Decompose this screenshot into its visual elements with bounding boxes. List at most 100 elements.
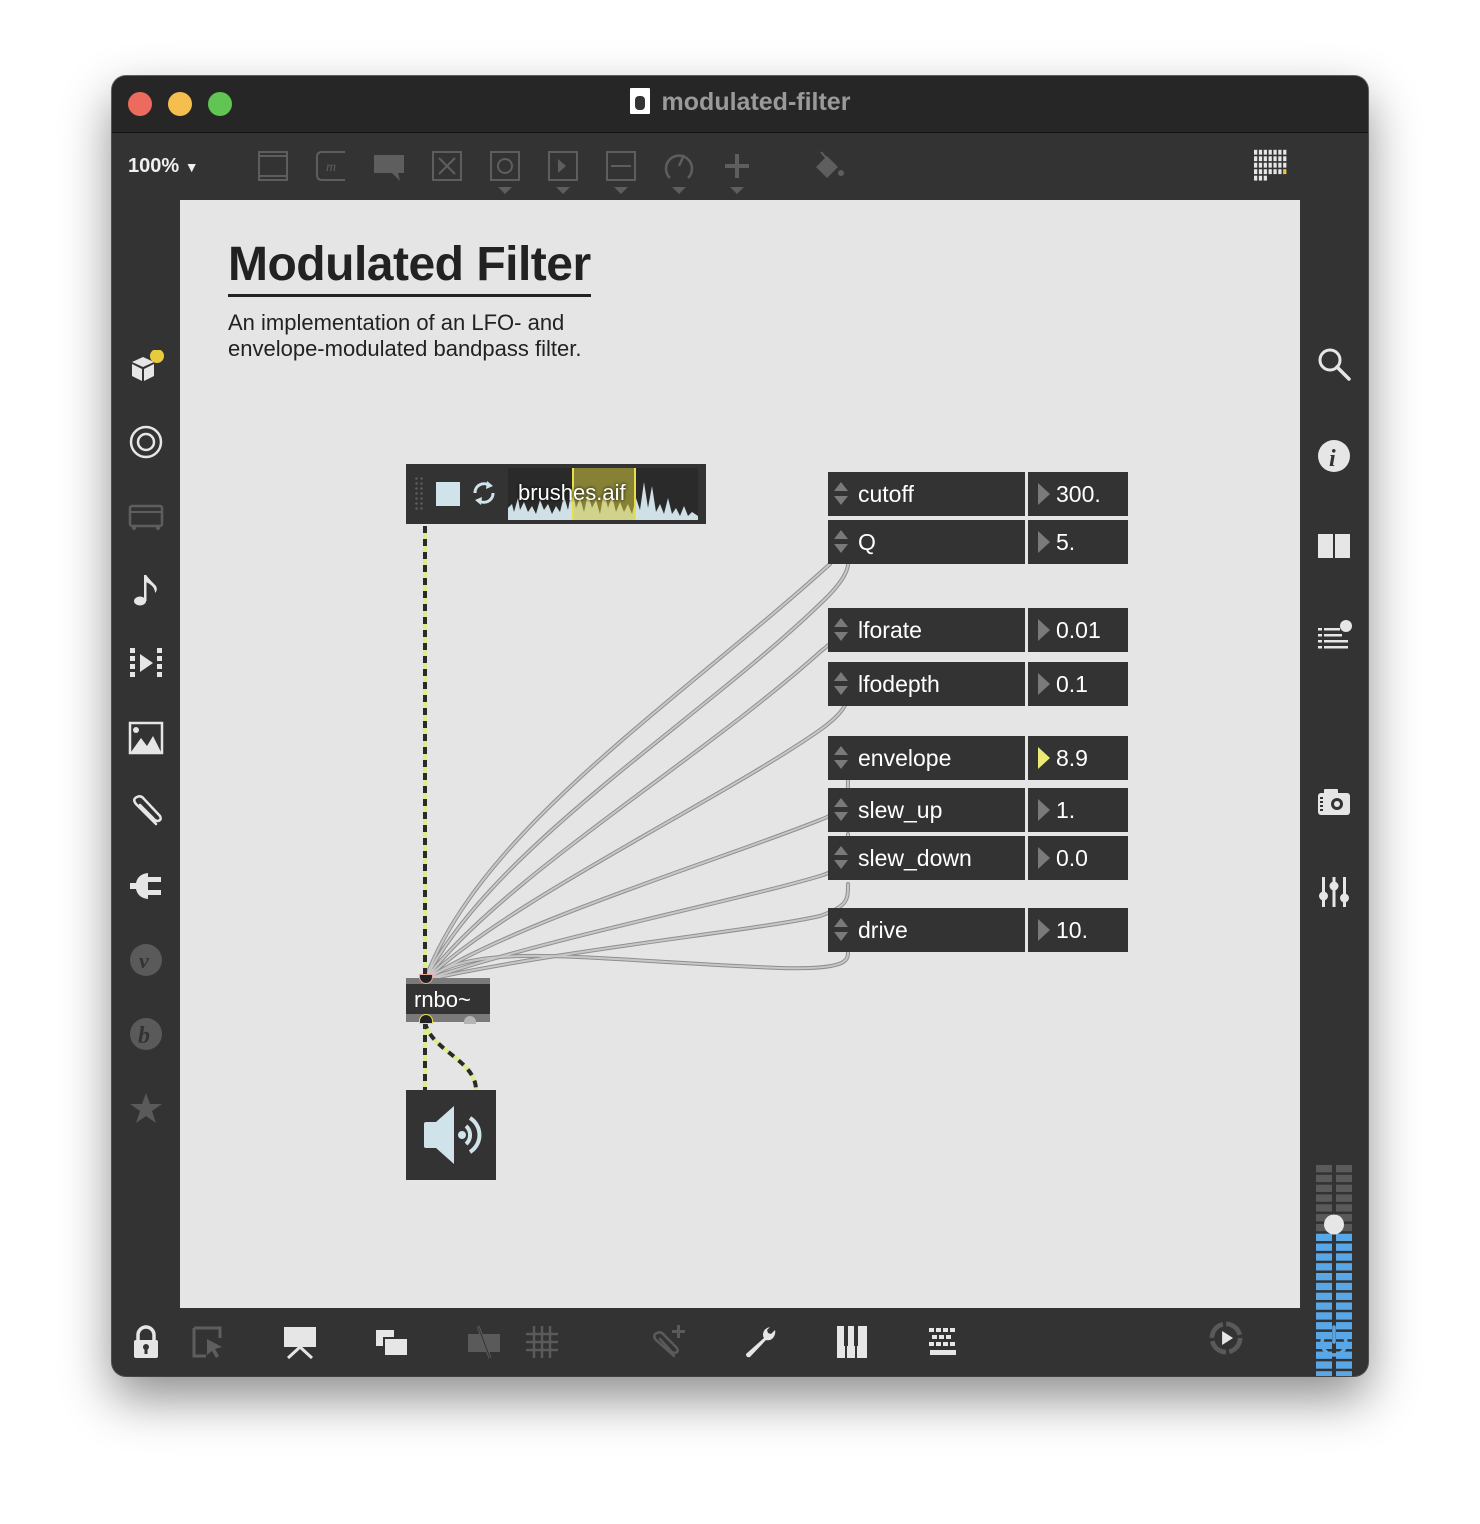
number-icon[interactable] <box>546 149 580 183</box>
param-name-label: envelope <box>858 745 952 771</box>
param-name-box[interactable]: slew_down <box>828 836 1025 880</box>
mixer-icon[interactable] <box>1316 874 1352 910</box>
zoom-level-menu[interactable]: 100% ▼ <box>128 155 199 178</box>
svg-text:i: i <box>1329 446 1336 472</box>
right-sidebar: i <box>1300 200 1368 1376</box>
grid-icon[interactable] <box>524 1324 560 1360</box>
rnbo-outlet-left[interactable] <box>419 1014 433 1024</box>
up-down-arrows-icon[interactable] <box>834 480 848 508</box>
message-icon[interactable]: m <box>314 149 348 183</box>
select-icon[interactable] <box>190 1324 226 1360</box>
dac-object[interactable] <box>406 1090 496 1180</box>
param-number-box[interactable]: 10. <box>1028 908 1128 952</box>
param-name-box[interactable]: Q <box>828 520 1025 564</box>
snapshot-icon[interactable] <box>1316 784 1352 820</box>
video-icon[interactable] <box>128 646 164 682</box>
audio-power-icon[interactable] <box>1316 1324 1352 1360</box>
star-icon[interactable] <box>128 1090 164 1126</box>
up-down-arrows-icon[interactable] <box>834 670 848 698</box>
image-icon[interactable] <box>128 720 164 756</box>
loop-icon[interactable] <box>470 478 498 508</box>
param-number-box[interactable]: 5. <box>1028 520 1128 564</box>
patcher-heading: Modulated Filter <box>228 238 591 297</box>
slider-menu-caret-icon[interactable] <box>614 187 628 194</box>
gain-slider-knob <box>1324 1214 1344 1235</box>
param-value: 0.01 <box>1056 617 1101 643</box>
v-icon[interactable]: v <box>128 942 164 978</box>
add-object-icon[interactable] <box>720 149 754 183</box>
paint-bucket-icon[interactable] <box>812 149 846 183</box>
drag-handle[interactable] <box>414 476 424 510</box>
param-cutoff: cutoff 300. <box>828 472 1128 516</box>
search-icon[interactable] <box>1316 346 1352 382</box>
up-down-arrows-icon[interactable] <box>834 796 848 824</box>
plug-icon[interactable] <box>128 868 164 904</box>
up-down-arrows-icon[interactable] <box>834 844 848 872</box>
cord-slewdown <box>423 882 850 982</box>
keyboard-icon[interactable] <box>926 1324 962 1360</box>
param-name-box[interactable]: lfodepth <box>828 662 1025 706</box>
hide-cables-icon[interactable] <box>466 1324 502 1360</box>
button-menu-caret-icon[interactable] <box>498 187 512 194</box>
button-icon[interactable] <box>488 149 522 183</box>
wrench-icon[interactable] <box>742 1324 778 1360</box>
number-triangle-icon <box>1038 619 1050 641</box>
left-sidebar: v b <box>112 200 180 1308</box>
music-note-icon[interactable] <box>128 572 164 608</box>
stop-button[interactable] <box>436 482 460 506</box>
meter-segment <box>1336 1194 1352 1202</box>
info-icon[interactable]: i <box>1316 438 1352 474</box>
packages-icon[interactable] <box>128 349 164 386</box>
patcher-canvas[interactable]: Modulated Filter An implementation of an… <box>180 200 1300 1308</box>
b-icon[interactable]: b <box>128 1016 164 1052</box>
param-number-box[interactable]: 0.0 <box>1028 836 1128 880</box>
playlist-player[interactable]: brushes.aif <box>406 464 706 524</box>
param-envelope: envelope 8.9 <box>828 736 1128 780</box>
param-value: 5. <box>1056 529 1076 555</box>
param-name-box[interactable]: cutoff <box>828 472 1025 516</box>
param-name-label: lforate <box>858 617 922 643</box>
target-icon[interactable] <box>128 424 164 460</box>
up-down-arrows-icon[interactable] <box>834 744 848 772</box>
grid-palette-icon[interactable] <box>1254 149 1296 189</box>
paperclip-icon[interactable] <box>128 794 164 830</box>
param-name-box[interactable]: lforate <box>828 608 1025 652</box>
lock-icon[interactable] <box>128 1324 164 1360</box>
param-number-box[interactable]: 0.1 <box>1028 662 1128 706</box>
toggle-icon[interactable] <box>430 149 464 183</box>
slider-icon[interactable] <box>604 149 638 183</box>
meter-segment <box>1316 1233 1332 1242</box>
transport-icon[interactable] <box>1208 1320 1254 1366</box>
param-name-box[interactable]: drive <box>828 908 1025 952</box>
number-triangle-icon <box>1038 747 1050 769</box>
waveform-display[interactable]: brushes.aif <box>508 468 698 520</box>
param-value: 1. <box>1056 797 1076 823</box>
param-number-box[interactable]: 8.9 <box>1028 736 1128 780</box>
number-menu-caret-icon[interactable] <box>556 187 570 194</box>
console-icon[interactable] <box>1316 620 1352 656</box>
piano-icon[interactable] <box>834 1324 870 1360</box>
param-name-box[interactable]: slew_up <box>828 788 1025 832</box>
param-number-box[interactable]: 300. <box>1028 472 1128 516</box>
up-down-arrows-icon[interactable] <box>834 616 848 644</box>
up-down-arrows-icon[interactable] <box>834 916 848 944</box>
media-icon[interactable] <box>128 498 164 534</box>
reference-icon[interactable] <box>1316 528 1352 564</box>
dial-menu-caret-icon[interactable] <box>672 187 686 194</box>
attach-icon[interactable] <box>650 1324 686 1360</box>
presentation-icon[interactable] <box>282 1324 318 1360</box>
add-object-menu-caret-icon[interactable] <box>730 187 744 194</box>
param-number-box[interactable]: 1. <box>1028 788 1128 832</box>
rnbo-outlet-right[interactable] <box>464 1016 476 1024</box>
bpatcher-icon[interactable] <box>256 149 290 183</box>
comment-icon[interactable] <box>372 149 406 183</box>
up-down-arrows-icon[interactable] <box>834 528 848 556</box>
windows-icon[interactable] <box>374 1324 410 1360</box>
meter-segment <box>1316 1165 1332 1173</box>
signal-cord-right <box>423 1021 478 1091</box>
rnbo-object[interactable]: rnbo~ <box>406 974 490 1024</box>
dial-icon[interactable] <box>662 149 696 183</box>
chevron-down-icon: ▼ <box>184 159 199 175</box>
param-number-box[interactable]: 0.01 <box>1028 608 1128 652</box>
param-name-box[interactable]: envelope <box>828 736 1025 780</box>
